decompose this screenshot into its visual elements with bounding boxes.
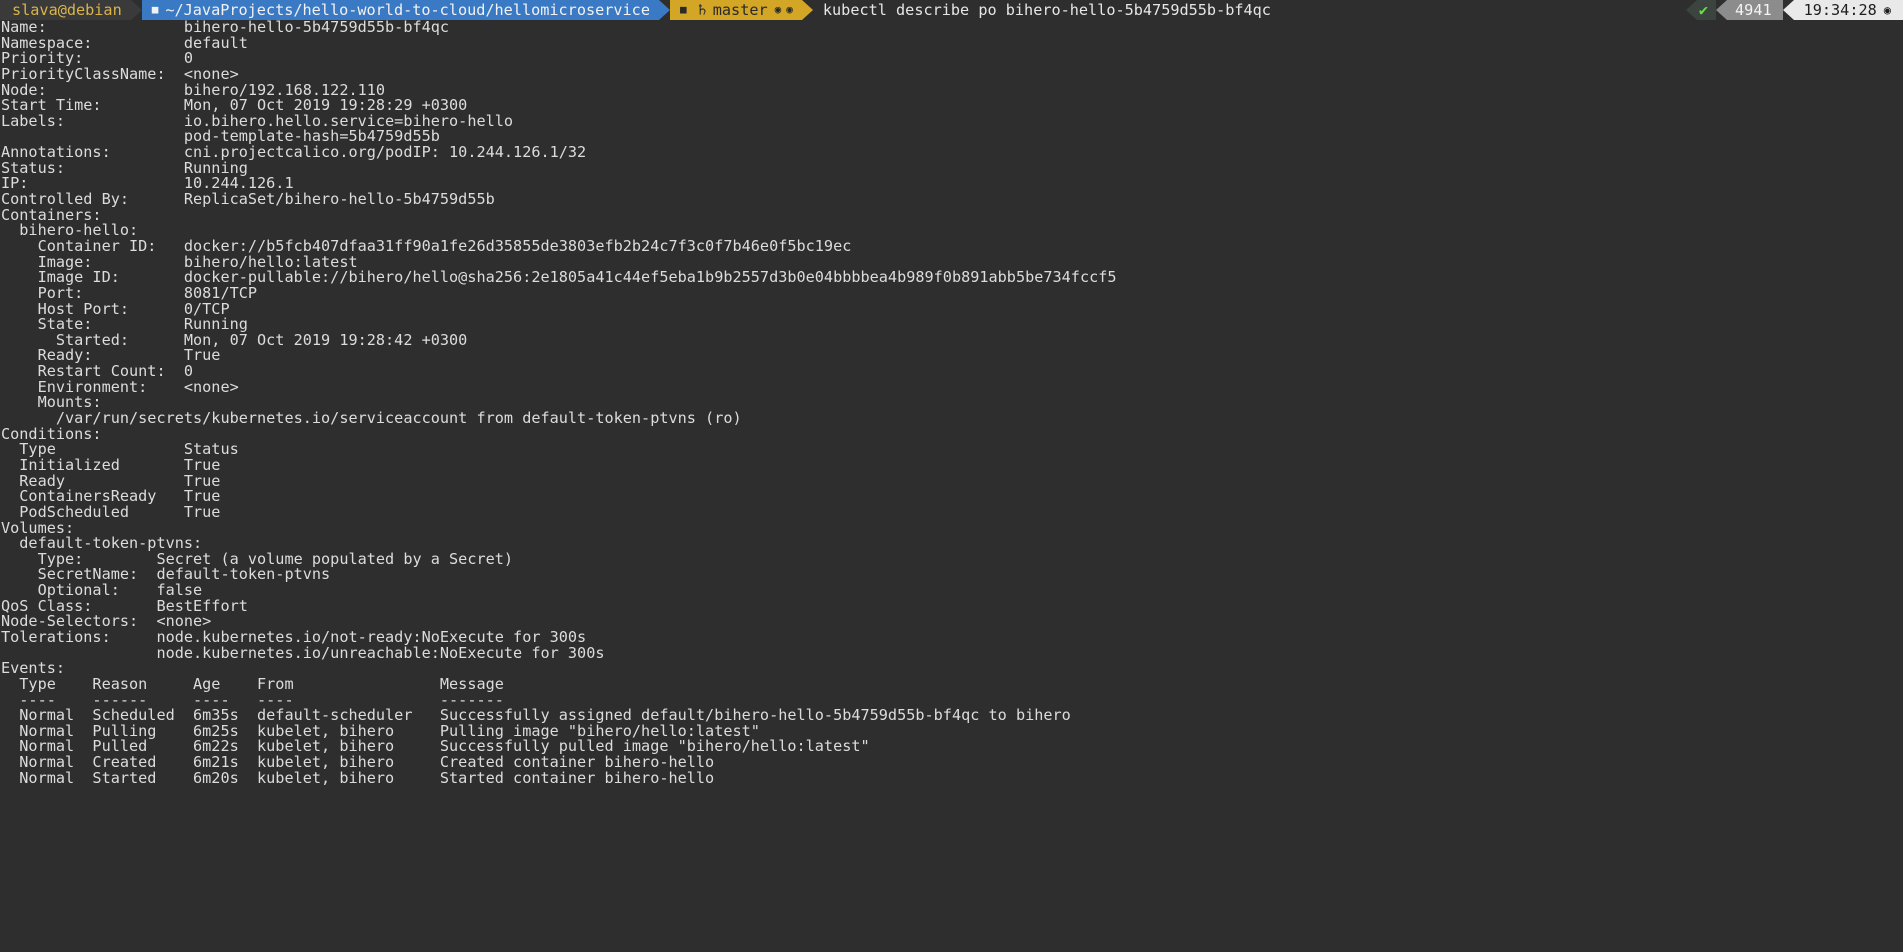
powerline-separator-git-end [801,0,813,20]
repo-icon: ■ [679,3,687,16]
output-line: Initialized True [1,455,221,474]
powerline-separator-path-git [658,0,670,20]
output-line: Conditions: [1,424,102,443]
output-line: SecretName: default-token-ptvns [1,565,331,584]
output-line: node.kubernetes.io/unreachable:NoExecute… [1,643,605,662]
output-line: Host Port: 0/TCP [1,299,230,318]
output-line: QoS Class: BestEffort [1,596,248,615]
git-branch-icon: ♄ [697,1,707,19]
output-line: Optional: false [1,581,203,600]
clock-time-label: 19:34:28 [1803,1,1877,19]
terminal-prompt-bar: slava@debian ■ ~/JavaProjects/hello-worl… [0,0,1903,20]
output-line: Ready True [1,471,221,490]
output-line: Environment: <none> [1,377,239,396]
output-line: /var/run/secrets/kubernetes.io/serviceac… [1,409,742,428]
prompt-user-host-segment: slava@debian [0,0,131,20]
output-line: Normal Started 6m20s kubelet, bihero Sta… [1,768,715,787]
output-line: Name: bihero-hello-5b4759d55b-bf4qc [1,18,450,36]
prompt-git-segment: ■ ♄ master ◉ ◉ [669,0,802,20]
output-line: Annotations: cni.projectcalico.org/podIP… [1,143,587,162]
clock-icon: ◉ [1883,3,1891,17]
output-line: Port: 8081/TCP [1,283,258,302]
prompt-status-group: ✔ 4941 19:34:28 ◉ [1685,0,1903,20]
output-line: PodScheduled True [1,502,221,521]
output-line: Ready: True [1,346,221,365]
folder-icon: ■ [151,3,159,16]
output-line: Priority: 0 [1,49,194,68]
exit-status-segment: ✔ [1696,0,1717,20]
output-line: Started: Mon, 07 Oct 2019 19:28:42 +0300 [1,330,468,349]
powerline-separator-ok [1685,0,1697,20]
powerline-separator-time [1782,0,1794,20]
output-line: Image ID: docker-pullable://bihero/hello… [1,268,1117,287]
prompt-user-host-label: slava@debian [12,1,122,19]
clock-segment: 19:34:28 ◉ [1793,0,1903,20]
output-line: Restart Count: 0 [1,362,194,381]
prompt-path-segment: ■ ~/JavaProjects/hello-world-to-cloud/he… [141,0,659,20]
git-status-dirty-icon: ◉ [774,3,782,16]
check-icon: ✔ [1698,1,1709,19]
output-line: Containers: [1,205,102,224]
output-line: ContainersReady True [1,487,221,506]
command-input[interactable]: kubectl describe po bihero-hello-5b4759d… [813,0,1686,20]
output-line: Controlled By: ReplicaSet/bihero-hello-5… [1,190,495,209]
git-status-staged-icon: ◉ [786,3,793,16]
prompt-path-label: ~/JavaProjects/hello-world-to-cloud/hell… [165,1,650,19]
output-line: Volumes: [1,518,75,537]
output-line: Namespace: default [1,33,248,52]
history-count-label: 4941 [1735,1,1772,19]
output-line: Type Status [1,440,239,459]
terminal-output: Name: bihero-hello-5b4759d55b-bf4qc Names… [0,18,1903,787]
prompt-git-branch-label: master [712,1,768,19]
command-text: kubectl describe po bihero-hello-5b4759d… [822,1,1271,19]
powerline-separator-jobs [1716,0,1728,20]
history-count-segment: 4941 [1727,0,1783,20]
powerline-separator-user-path [130,0,142,20]
